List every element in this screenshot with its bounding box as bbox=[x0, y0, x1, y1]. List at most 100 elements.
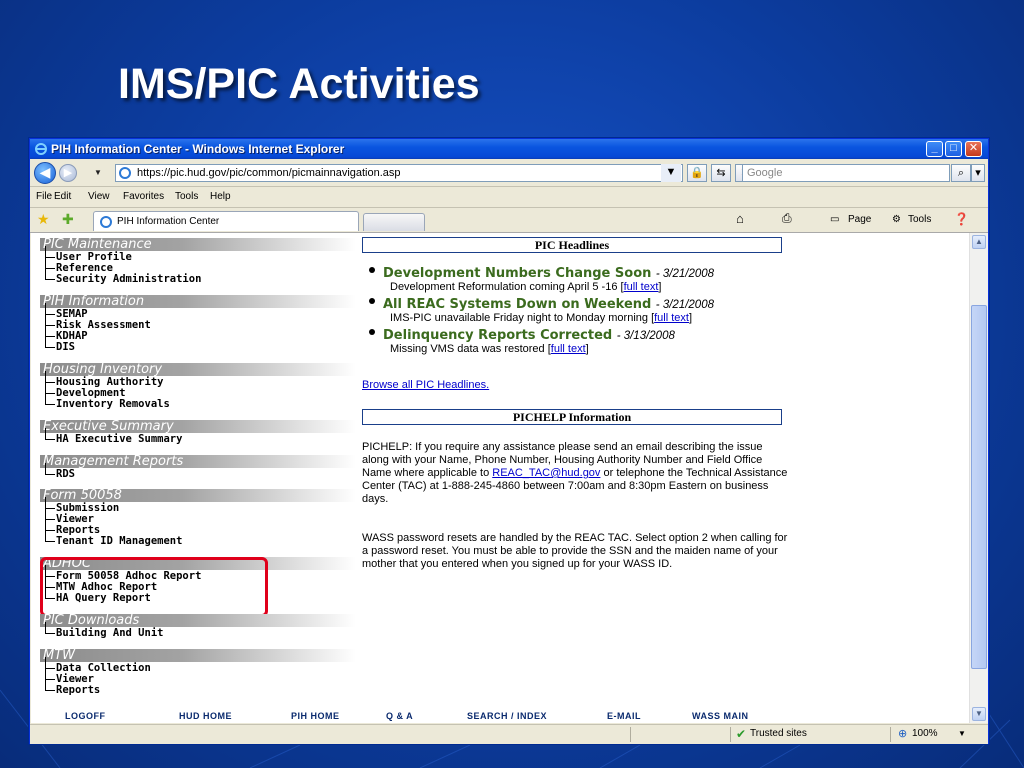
page-menu-button[interactable]: Page bbox=[848, 214, 871, 225]
minimize-button[interactable]: _ bbox=[926, 141, 943, 157]
headline-title: Development Numbers Change Soon bbox=[383, 266, 652, 281]
search-input[interactable]: Google bbox=[742, 164, 950, 182]
pichelp-header: PICHELP Information bbox=[362, 409, 782, 425]
menu-view[interactable]: View bbox=[88, 191, 110, 202]
print-icon[interactable]: ⎙ bbox=[782, 211, 792, 226]
forward-button[interactable]: ▶ bbox=[59, 164, 77, 182]
zoom-icon: ⊕ bbox=[898, 728, 908, 740]
zoom-level[interactable]: 100% bbox=[912, 728, 938, 739]
search-placeholder: Google bbox=[747, 167, 783, 179]
footer-link-hud-home[interactable]: HUD HOME bbox=[179, 711, 232, 721]
home-icon[interactable]: ⌂ bbox=[736, 211, 744, 226]
new-tab-button[interactable] bbox=[363, 213, 425, 231]
nav-item-rds[interactable]: RDS bbox=[42, 463, 75, 480]
headline-title: All REAC Systems Down on Weekend bbox=[383, 297, 652, 312]
footer-link-email[interactable]: E-MAIL bbox=[607, 711, 641, 721]
status-separator bbox=[890, 727, 891, 742]
pic-headlines-header: PIC Headlines bbox=[362, 237, 782, 253]
menu-file[interactable]: File bbox=[36, 191, 52, 202]
footer-link-search-index[interactable]: SEARCH / INDEX bbox=[467, 711, 547, 721]
slide-title: IMS/PIC Activities bbox=[118, 60, 480, 108]
maximize-button[interactable]: □ bbox=[945, 141, 962, 157]
search-icon[interactable]: ⌕ bbox=[951, 164, 971, 182]
address-toolbar: ◀ ▶ ▼ https://pic.hud.gov/pic/common/pic… bbox=[30, 160, 988, 187]
headline-3-desc: Missing VMS data was restored [full text… bbox=[390, 343, 589, 355]
scroll-up-icon[interactable]: ▲ bbox=[972, 235, 986, 249]
favorites-star-icon[interactable]: ★ bbox=[37, 211, 50, 228]
nav-item-security-administration[interactable]: Security Administration bbox=[42, 268, 201, 285]
scroll-thumb[interactable] bbox=[971, 305, 987, 669]
nav-item-tenant-id-management[interactable]: Tenant ID Management bbox=[42, 530, 182, 547]
status-separator bbox=[630, 727, 631, 742]
checkmark-icon: ✔ bbox=[736, 727, 747, 741]
footer-link-pih-home[interactable]: PIH HOME bbox=[291, 711, 340, 721]
menu-favorites[interactable]: Favorites bbox=[123, 191, 164, 202]
menu-edit[interactable]: Edit bbox=[54, 191, 71, 202]
tab-ie-icon bbox=[100, 216, 112, 228]
vertical-scrollbar[interactable]: ▲ ▼ bbox=[969, 233, 988, 723]
window-title: PIH Information Center - Windows Interne… bbox=[51, 142, 345, 156]
headline-title: Delinquency Reports Corrected bbox=[383, 328, 613, 343]
nav-item-inventory-removals[interactable]: Inventory Removals bbox=[42, 393, 170, 410]
nav-section-mtw: MTW bbox=[40, 649, 356, 662]
tab-pih-information-center[interactable]: PIH Information Center bbox=[93, 211, 359, 231]
page-icon bbox=[119, 167, 131, 179]
headline-date: - 3/21/2008 bbox=[655, 268, 715, 280]
address-bar[interactable]: https://pic.hud.gov/pic/common/picmainna… bbox=[115, 164, 683, 182]
zoom-dropdown-icon[interactable]: ▼ bbox=[958, 729, 966, 738]
email-link[interactable]: REAC_TAC@hud.gov bbox=[492, 467, 600, 479]
gear-icon: ⚙ bbox=[892, 214, 901, 225]
full-text-link[interactable]: full text bbox=[551, 343, 586, 355]
tab-label: PIH Information Center bbox=[117, 216, 220, 227]
tab-row: ★ ✚ PIH Information Center ⌂ ⎙ ▭ Page ⚙ … bbox=[30, 208, 988, 233]
lock-icon[interactable]: 🔒 bbox=[687, 164, 707, 182]
help-icon[interactable]: ❓ bbox=[954, 212, 969, 226]
nav-section-pih-information: PIH Information bbox=[40, 295, 356, 308]
wass-paragraph: WASS password resets are handled by the … bbox=[362, 532, 788, 570]
bullet-icon bbox=[369, 298, 375, 304]
pichelp-paragraph: PICHELP: If you require any assistance p… bbox=[362, 441, 788, 505]
status-bar: ✔ Trusted sites ⊕ 100% ▼ bbox=[30, 724, 988, 744]
back-button[interactable]: ◀ bbox=[34, 162, 56, 184]
highlight-box bbox=[40, 557, 268, 617]
bullet-icon bbox=[369, 329, 375, 335]
menu-bar: File Edit View Favorites Tools Help bbox=[30, 187, 988, 208]
nav-section-management-reports: Management Reports bbox=[40, 455, 356, 468]
full-text-link[interactable]: full text bbox=[654, 312, 689, 324]
search-options-icon[interactable]: ▾ bbox=[971, 164, 985, 182]
headline-2: All REAC Systems Down on Weekend - 3/21/… bbox=[369, 295, 803, 313]
security-zone: Trusted sites bbox=[750, 728, 807, 739]
page-menu-icon: ▭ bbox=[830, 214, 840, 225]
ie-window: PIH Information Center - Windows Interne… bbox=[29, 138, 989, 744]
nav-item-dis[interactable]: DIS bbox=[42, 336, 75, 353]
tools-menu-button[interactable]: Tools bbox=[908, 214, 931, 225]
menu-tools[interactable]: Tools bbox=[175, 191, 198, 202]
add-favorites-icon[interactable]: ✚ bbox=[62, 211, 74, 228]
close-window-button[interactable]: ✕ bbox=[965, 141, 982, 157]
nav-item-ha-executive-summary[interactable]: HA Executive Summary bbox=[42, 428, 182, 445]
scroll-down-icon[interactable]: ▼ bbox=[972, 707, 986, 721]
nav-section-pic-maintenance: PIC Maintenance bbox=[40, 238, 356, 251]
window-titlebar: PIH Information Center - Windows Interne… bbox=[30, 139, 988, 159]
nav-item-building-and-unit[interactable]: Building And Unit bbox=[42, 622, 163, 639]
page-content: PIC Maintenance User Profile Reference S… bbox=[31, 233, 969, 723]
nav-section-form-50058: Form 50058 bbox=[40, 489, 356, 502]
headline-3: Delinquency Reports Corrected - 3/13/200… bbox=[369, 326, 803, 344]
browse-headlines-link[interactable]: Browse all PIC Headlines. bbox=[362, 379, 489, 391]
headline-2-desc: IMS-PIC unavailable Friday night to Mond… bbox=[390, 312, 693, 324]
footer-link-wass-main[interactable]: WASS MAIN bbox=[692, 711, 749, 721]
menu-help[interactable]: Help bbox=[210, 191, 231, 202]
ie-logo-icon bbox=[35, 143, 47, 155]
status-separator bbox=[730, 727, 731, 742]
address-url: https://pic.hud.gov/pic/common/picmainna… bbox=[137, 167, 401, 179]
footer-link-qa[interactable]: Q & A bbox=[386, 711, 413, 721]
headline-date: - 3/13/2008 bbox=[616, 330, 675, 342]
history-dropdown-icon[interactable]: ▼ bbox=[94, 168, 102, 177]
nav-section-housing-inventory: Housing Inventory bbox=[40, 363, 356, 376]
refresh-icon[interactable]: ⇆ bbox=[711, 164, 731, 182]
headline-1: Development Numbers Change Soon - 3/21/2… bbox=[369, 264, 803, 282]
full-text-link[interactable]: full text bbox=[624, 281, 659, 293]
address-dropdown-icon[interactable]: ▼ bbox=[661, 164, 681, 182]
nav-item-mtw-reports[interactable]: Reports bbox=[42, 679, 100, 696]
footer-link-logoff[interactable]: LOGOFF bbox=[65, 711, 106, 721]
